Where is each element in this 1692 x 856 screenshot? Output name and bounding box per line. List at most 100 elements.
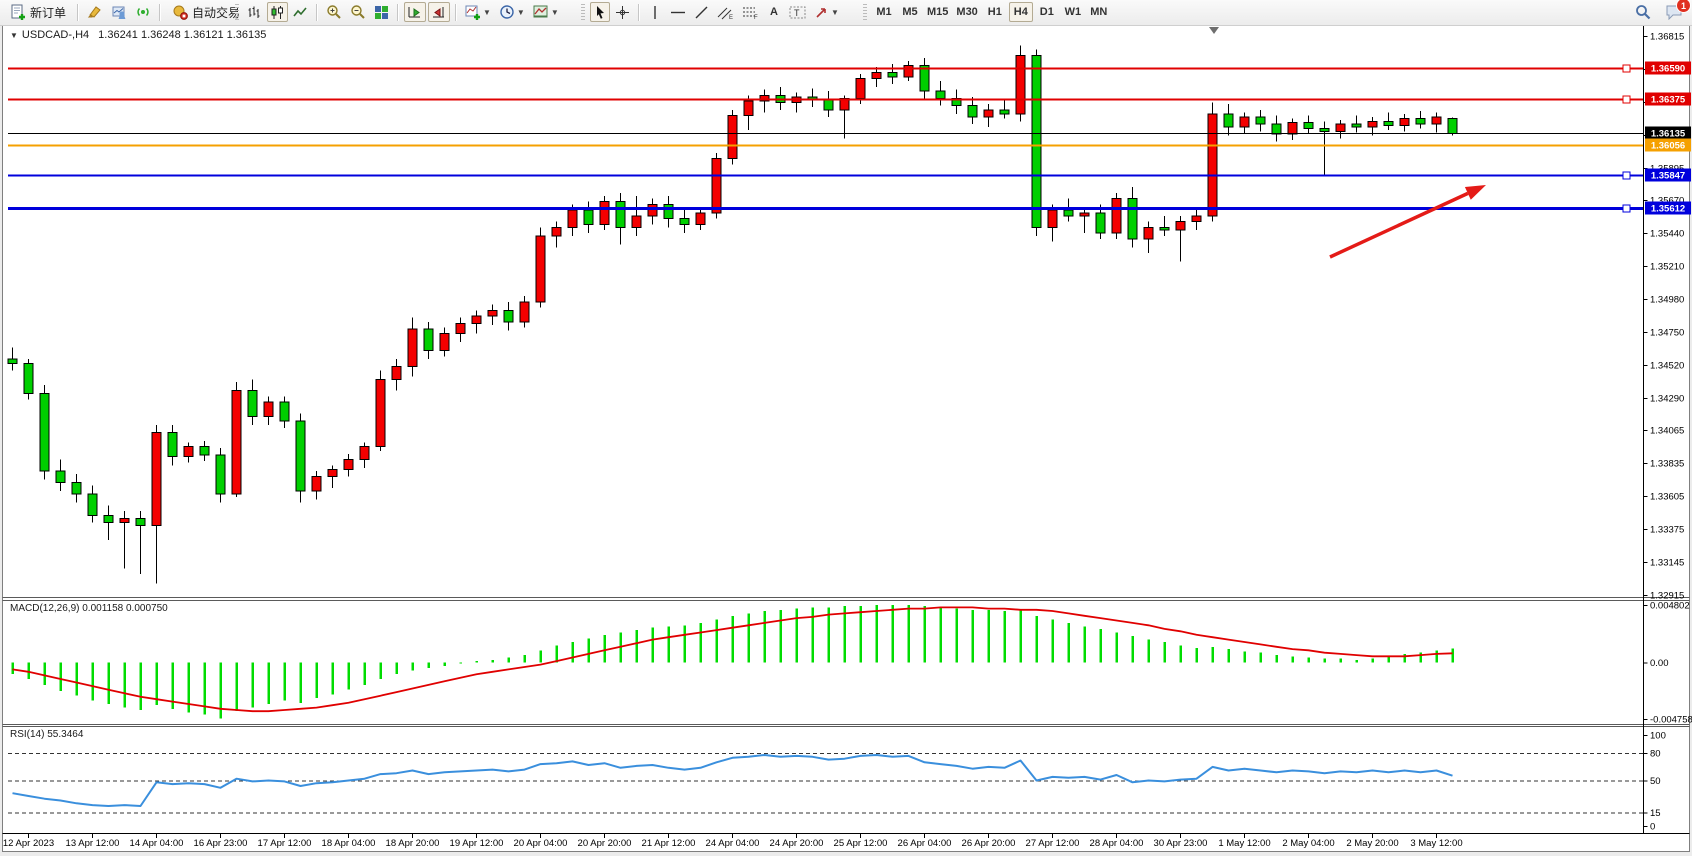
timeframe-h1-button[interactable]: H1 xyxy=(983,2,1007,22)
candle xyxy=(696,213,705,224)
svg-text:1.34980: 1.34980 xyxy=(1650,295,1684,306)
chart-shift-button[interactable] xyxy=(428,2,450,22)
auto-scroll-button[interactable] xyxy=(404,2,426,22)
new-order-label: 新订单 xyxy=(30,4,66,21)
candle xyxy=(1080,213,1089,216)
periods-button[interactable]: ▼ xyxy=(496,2,528,22)
chart-title-bar: ▼USDCAD-,H41.36241 1.36248 1.36121 1.361… xyxy=(10,29,266,41)
svg-text:1.33605: 1.33605 xyxy=(1650,492,1684,503)
separator xyxy=(159,4,161,21)
timeframe-m15-button[interactable]: M15 xyxy=(924,2,951,22)
timeframe-w1-button[interactable]: W1 xyxy=(1061,2,1085,22)
candle xyxy=(488,310,497,316)
horizontal-line-button[interactable] xyxy=(667,2,689,22)
candle xyxy=(600,202,609,225)
separator xyxy=(397,4,399,21)
candle xyxy=(120,518,129,522)
date-label: 20 Apr 20:00 xyxy=(578,838,632,849)
timeframe-m1-button[interactable]: M1 xyxy=(872,2,896,22)
candle xyxy=(440,333,449,350)
svg-text:15: 15 xyxy=(1650,808,1661,819)
timeframe-m30-button[interactable]: M30 xyxy=(953,2,980,22)
timeframe-mn-button[interactable]: MN xyxy=(1087,2,1111,22)
candle xyxy=(1448,118,1457,133)
separator xyxy=(638,4,640,21)
candle xyxy=(1048,210,1057,227)
svg-text:1.35612: 1.35612 xyxy=(1651,204,1685,215)
template-icon xyxy=(533,4,549,20)
channel-button[interactable]: E xyxy=(714,2,737,22)
svg-text:1.35440: 1.35440 xyxy=(1650,229,1684,240)
chart-collapse-button[interactable]: ▼ xyxy=(10,31,18,40)
crosshair-button[interactable] xyxy=(612,2,633,22)
text-label-icon: T xyxy=(789,5,806,20)
date-label: 21 Apr 12:00 xyxy=(642,838,696,849)
svg-text:0.00: 0.00 xyxy=(1650,658,1669,669)
tile-windows-button[interactable] xyxy=(371,2,392,22)
auto-scroll-icon xyxy=(407,5,423,20)
zoom-out-button[interactable] xyxy=(347,2,369,22)
svg-text:1.36815: 1.36815 xyxy=(1650,32,1684,43)
chat-button[interactable]: 1 xyxy=(1662,2,1686,22)
candle xyxy=(312,477,321,491)
indicators-icon xyxy=(465,4,481,20)
cursor-button[interactable] xyxy=(590,2,610,22)
candle xyxy=(936,91,945,98)
svg-text:0: 0 xyxy=(1650,822,1655,833)
date-label: 30 Apr 23:00 xyxy=(1154,838,1208,849)
candle xyxy=(1352,124,1361,127)
timeframe-h4-button[interactable]: H4 xyxy=(1009,2,1033,22)
candle xyxy=(1240,117,1249,127)
timeframe-d1-button[interactable]: D1 xyxy=(1035,2,1059,22)
bar-chart-icon xyxy=(247,5,262,20)
dropdown-caret: ▼ xyxy=(483,8,491,17)
candlestick-chart-button[interactable] xyxy=(267,2,288,22)
date-label: 28 Apr 04:00 xyxy=(1090,838,1144,849)
candle xyxy=(152,432,161,525)
arrows-button[interactable]: ▼ xyxy=(811,2,842,22)
line-chart-icon xyxy=(293,5,308,20)
text-label-button[interactable]: T xyxy=(786,2,809,22)
date-label: 2 May 20:00 xyxy=(1346,838,1398,849)
mt4-application-window: 1.368151.365851.363551.361251.358951.356… xyxy=(0,0,1692,856)
toolbar-grip xyxy=(863,4,867,20)
candle xyxy=(376,379,385,446)
zoom-in-button[interactable] xyxy=(323,2,345,22)
chart-canvas[interactable]: 1.368151.365851.363551.361251.358951.356… xyxy=(0,0,1692,856)
candle xyxy=(1336,124,1345,131)
candle xyxy=(344,460,353,470)
bar-chart-button[interactable] xyxy=(244,2,265,22)
candlestick-chart-icon xyxy=(270,5,285,20)
fibonacci-button[interactable]: F xyxy=(739,2,762,22)
signals-button[interactable] xyxy=(132,2,154,22)
vertical-line-button[interactable] xyxy=(645,2,665,22)
text-button[interactable]: A xyxy=(764,2,784,22)
timeframe-m5-button[interactable]: M5 xyxy=(898,2,922,22)
date-label: 16 Apr 23:00 xyxy=(194,838,248,849)
cursor-icon xyxy=(593,5,607,20)
candle xyxy=(40,394,49,471)
community-button[interactable] xyxy=(108,2,130,22)
indicators-button[interactable]: ▼ xyxy=(462,2,494,22)
date-label: 1 May 12:00 xyxy=(1218,838,1270,849)
line-chart-button[interactable] xyxy=(290,2,311,22)
search-button[interactable] xyxy=(1632,2,1654,22)
candle xyxy=(520,302,529,322)
candle xyxy=(472,316,481,323)
date-label: 19 Apr 12:00 xyxy=(450,838,504,849)
new-order-button[interactable]: 新订单 xyxy=(4,2,72,22)
templates-button[interactable]: ▼ xyxy=(530,2,562,22)
chat-unread-badge: 1 xyxy=(1676,0,1691,13)
trendline-button[interactable] xyxy=(691,2,712,22)
separator xyxy=(77,4,79,21)
candle xyxy=(1272,124,1281,134)
svg-text:0.004802: 0.004802 xyxy=(1650,601,1690,612)
svg-text:T: T xyxy=(794,8,800,18)
date-label: 25 Apr 12:00 xyxy=(834,838,888,849)
candle xyxy=(616,202,625,228)
candle xyxy=(536,236,545,302)
market-tools-button[interactable] xyxy=(84,2,106,22)
search-icon xyxy=(1635,4,1651,20)
candle xyxy=(424,329,433,350)
new-order-icon xyxy=(10,4,26,20)
